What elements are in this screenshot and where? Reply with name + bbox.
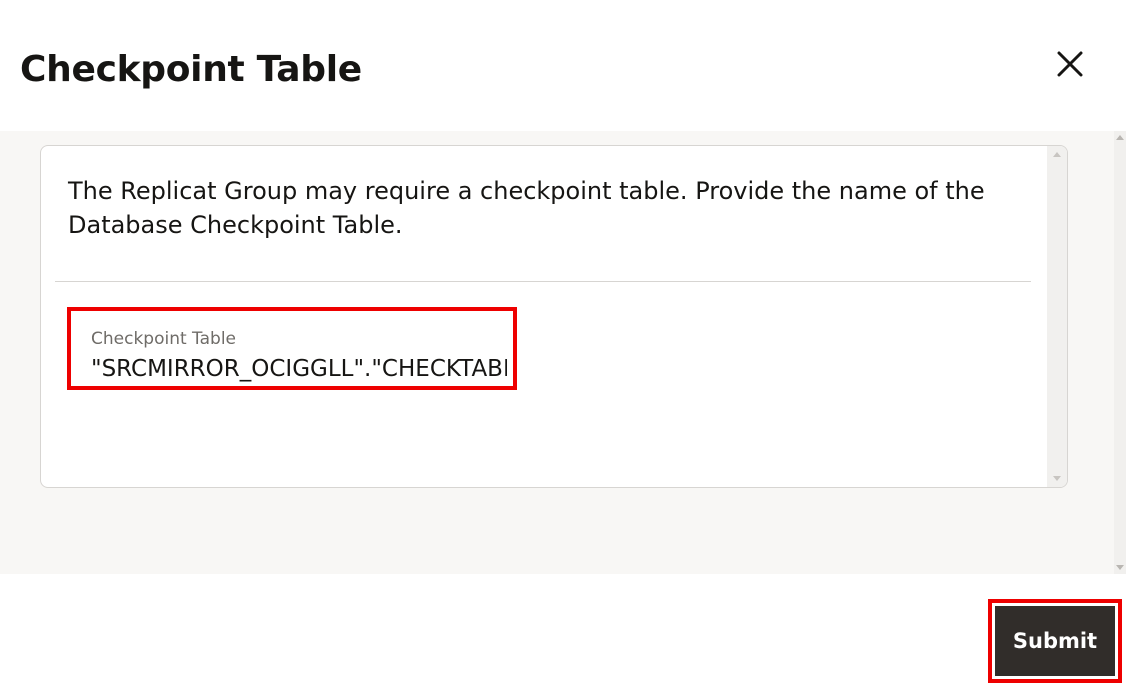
close-button[interactable] (1046, 40, 1094, 88)
checkpoint-table-field[interactable]: Checkpoint Table (67, 307, 517, 390)
panel-scrollbar[interactable] (1047, 146, 1067, 487)
submit-button[interactable]: Submit (988, 599, 1122, 683)
content-panel: The Replicat Group may require a checkpo… (40, 145, 1068, 488)
dialog-scrollbar[interactable] (1114, 131, 1126, 574)
scroll-down-arrow-icon[interactable] (1116, 565, 1124, 570)
panel-scroll-up-arrow-icon[interactable] (1053, 152, 1061, 157)
description-text: The Replicat Group may require a checkpo… (68, 177, 985, 239)
panel-scroll-down-arrow-icon[interactable] (1053, 476, 1061, 481)
dialog-title: Checkpoint Table (20, 49, 362, 90)
checkpoint-table-dialog: Checkpoint Table The Replicat Group may … (0, 0, 1126, 697)
divider (55, 281, 1031, 282)
submit-button-label[interactable]: Submit (995, 606, 1115, 676)
dialog-footer (0, 574, 1126, 697)
checkpoint-table-input[interactable] (89, 353, 509, 385)
scroll-up-arrow-icon[interactable] (1116, 135, 1124, 140)
dialog-header: Checkpoint Table (0, 0, 1126, 131)
checkpoint-table-label: Checkpoint Table (91, 329, 237, 349)
close-icon (1057, 51, 1083, 77)
